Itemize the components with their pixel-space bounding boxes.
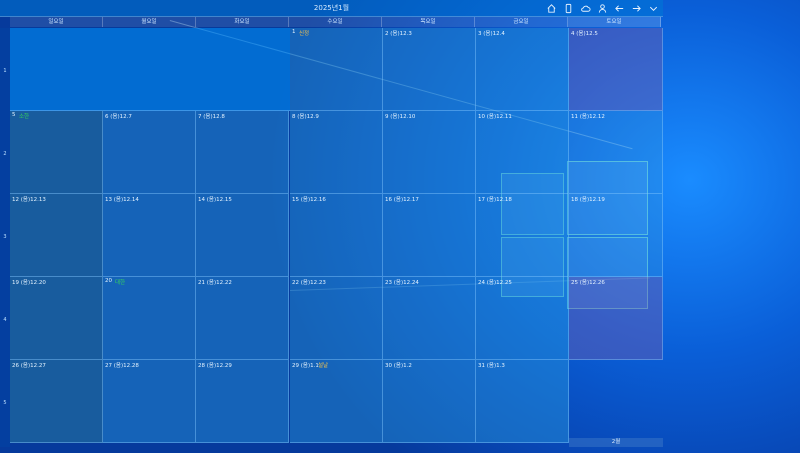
week-number: 3 xyxy=(3,234,7,240)
weekday-sunday: 일요일 xyxy=(10,17,103,27)
arrow-left-icon[interactable] xyxy=(614,3,625,14)
day-cell[interactable]: 29 (음)1.1 설날 xyxy=(290,360,383,443)
day-label: 29 (음)1.1 xyxy=(292,363,319,369)
day-label: 3 (음)12.4 xyxy=(478,31,505,37)
day-cell[interactable]: 28 (음)12.29 xyxy=(196,360,289,443)
day-cell[interactable]: 11 (음)12.12 xyxy=(569,111,663,194)
day-label: 1 xyxy=(292,29,296,35)
home-icon[interactable] xyxy=(546,3,557,14)
day-label: 20 xyxy=(105,278,112,284)
phone-icon[interactable] xyxy=(563,3,574,14)
day-cell[interactable]: 30 (음)1.2 xyxy=(383,360,476,443)
day-label: 15 (음)12.16 xyxy=(292,197,326,203)
chevron-down-icon[interactable] xyxy=(648,3,659,14)
toolbar xyxy=(546,0,659,16)
day-cell[interactable]: 31 (음)1.3 xyxy=(476,360,569,443)
day-label: 7 (음)12.8 xyxy=(198,114,225,120)
day-cell[interactable]: 15 (음)12.16 xyxy=(290,194,383,277)
day-cell[interactable]: 19 (음)12.20 xyxy=(10,277,103,360)
day-cell[interactable]: 9 (음)12.10 xyxy=(383,111,476,194)
day-label: 10 (음)12.11 xyxy=(478,114,512,120)
day-label: 28 (음)12.29 xyxy=(198,363,232,369)
solar-term-label: 소한 xyxy=(19,114,30,120)
day-cell[interactable]: 21 (음)12.22 xyxy=(196,277,289,360)
week-number: 5 xyxy=(3,400,7,406)
arrow-right-icon[interactable] xyxy=(631,3,642,14)
day-label: 27 (음)12.28 xyxy=(105,363,139,369)
day-label: 16 (음)12.17 xyxy=(385,197,419,203)
day-label: 24 (음)12.25 xyxy=(478,280,512,286)
weekday-header: 일요일 월요일 화요일 수요일 목요일 금요일 토요일 xyxy=(10,17,663,27)
weekday-thursday: 목요일 xyxy=(382,17,475,27)
day-cell[interactable]: 14 (음)12.15 xyxy=(196,194,289,277)
day-label: 25 (음)12.26 xyxy=(571,280,605,286)
day-label: 5 xyxy=(12,112,16,118)
day-label: 17 (음)12.18 xyxy=(478,197,512,203)
day-label: 14 (음)12.15 xyxy=(198,197,232,203)
day-cell[interactable]: 27 (음)12.28 xyxy=(103,360,196,443)
weekday-wednesday: 수요일 xyxy=(289,17,382,27)
day-cell[interactable]: 7 (음)12.8 xyxy=(196,111,289,194)
day-label: 26 (음)12.27 xyxy=(12,363,46,369)
day-cell[interactable]: 8 (음)12.9 xyxy=(290,111,383,194)
day-cell[interactable]: 20 대한 xyxy=(103,277,196,360)
weekday-saturday: 토요일 xyxy=(568,17,661,27)
day-cell[interactable]: 3 (음)12.4 xyxy=(476,28,569,111)
day-cell[interactable]: 6 (음)12.7 xyxy=(103,111,196,194)
empty-day-area xyxy=(10,28,290,111)
day-cell[interactable]: 13 (음)12.14 xyxy=(103,194,196,277)
day-cell[interactable]: 26 (음)12.27 xyxy=(10,360,103,443)
day-label: 9 (음)12.10 xyxy=(385,114,416,120)
holiday-label: 설날 xyxy=(318,363,329,369)
day-label: 12 (음)12.13 xyxy=(12,197,46,203)
day-label: 6 (음)12.7 xyxy=(105,114,132,120)
calendar-window: 2025년1월 일요일 월요일 화요일 수요일 목요일 금요일 토요일 1 2 … xyxy=(0,0,663,448)
cloud-icon[interactable] xyxy=(580,3,591,14)
day-cell[interactable]: 5 소한 xyxy=(10,111,103,194)
day-cell[interactable]: 22 (음)12.23 xyxy=(290,277,383,360)
day-label: 2 (음)12.3 xyxy=(385,31,412,37)
day-cell[interactable]: 17 (음)12.18 xyxy=(476,194,569,277)
holiday-label: 신정 xyxy=(299,31,310,37)
day-label: 11 (음)12.12 xyxy=(571,114,605,120)
solar-term-label: 대한 xyxy=(115,280,126,286)
day-cell[interactable]: 4 (음)12.5 xyxy=(569,28,663,111)
day-label: 13 (음)12.14 xyxy=(105,197,139,203)
weekday-monday: 월요일 xyxy=(103,17,196,27)
day-label: 8 (음)12.9 xyxy=(292,114,319,120)
week-number-column: 1 2 3 4 5 xyxy=(0,28,10,447)
next-month-label[interactable]: 2월 xyxy=(569,438,663,447)
day-label: 21 (음)12.22 xyxy=(198,280,232,286)
day-label: 30 (음)1.2 xyxy=(385,363,412,369)
day-cell[interactable]: 2 (음)12.3 xyxy=(383,28,476,111)
day-label: 4 (음)12.5 xyxy=(571,31,598,37)
day-label: 31 (음)1.3 xyxy=(478,363,505,369)
title-bar: 2025년1월 xyxy=(0,0,663,17)
day-label: 19 (음)12.20 xyxy=(12,280,46,286)
weekday-tuesday: 화요일 xyxy=(196,17,289,27)
day-cell[interactable]: 12 (음)12.13 xyxy=(10,194,103,277)
day-label: 22 (음)12.23 xyxy=(292,280,326,286)
day-cell[interactable]: 24 (음)12.25 xyxy=(476,277,569,360)
person-icon[interactable] xyxy=(597,3,608,14)
day-cell[interactable]: 1 신정 xyxy=(290,28,383,111)
day-cell[interactable]: 10 (음)12.11 xyxy=(476,111,569,194)
day-cell[interactable]: 16 (음)12.17 xyxy=(383,194,476,277)
day-label: 23 (음)12.24 xyxy=(385,280,419,286)
day-cell[interactable]: 23 (음)12.24 xyxy=(383,277,476,360)
week-number: 2 xyxy=(3,151,7,157)
weekday-friday: 금요일 xyxy=(475,17,568,27)
day-cell[interactable]: 25 (음)12.26 xyxy=(569,277,663,360)
week-number: 4 xyxy=(3,317,7,323)
day-cell[interactable]: 18 (음)12.19 xyxy=(569,194,663,277)
week-number: 1 xyxy=(3,68,7,74)
day-label: 18 (음)12.19 xyxy=(571,197,605,203)
